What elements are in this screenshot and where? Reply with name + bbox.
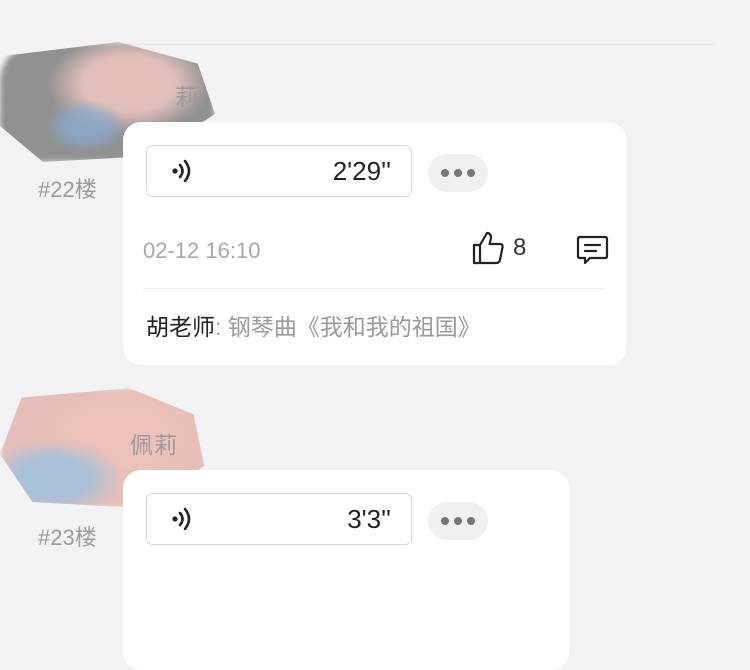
floor-number: #22楼 bbox=[38, 177, 97, 202]
voice-message-button[interactable]: 2'29'' bbox=[146, 145, 412, 197]
post-card: 2'29'' 02-12 16:10 8 胡老师: 钢琴曲《我和我的祖国》 bbox=[123, 122, 626, 365]
card-divider bbox=[143, 288, 605, 289]
voice-wave-icon bbox=[172, 159, 191, 183]
voice-wave-icon bbox=[172, 507, 191, 531]
more-options-button[interactable] bbox=[428, 154, 488, 192]
comment-icon[interactable] bbox=[576, 234, 609, 266]
thumbs-up-icon bbox=[472, 231, 504, 265]
reply-text: 钢琴曲《我和我的祖国》 bbox=[227, 314, 481, 340]
voice-duration: 2'29'' bbox=[332, 155, 391, 186]
more-options-button[interactable] bbox=[428, 502, 488, 540]
username[interactable]: 莉 bbox=[175, 78, 199, 112]
floor-number: #23楼 bbox=[38, 525, 97, 550]
top-divider bbox=[120, 44, 715, 45]
reply-author[interactable]: 胡老师 bbox=[146, 314, 215, 340]
post-card: 3'3'' bbox=[123, 470, 569, 670]
post-timestamp: 02-12 16:10 bbox=[143, 238, 261, 263]
more-dots-icon bbox=[441, 169, 449, 177]
voice-message-button[interactable]: 3'3'' bbox=[146, 493, 412, 545]
username[interactable]: 佩莉 bbox=[130, 426, 178, 460]
more-dots-icon bbox=[441, 517, 449, 525]
reply-separator: : bbox=[215, 314, 228, 340]
reply-line[interactable]: 胡老师: 钢琴曲《我和我的祖国》 bbox=[146, 308, 481, 342]
like-count: 8 bbox=[513, 234, 527, 261]
like-button[interactable]: 8 bbox=[471, 230, 526, 266]
voice-duration: 3'3'' bbox=[347, 503, 391, 534]
